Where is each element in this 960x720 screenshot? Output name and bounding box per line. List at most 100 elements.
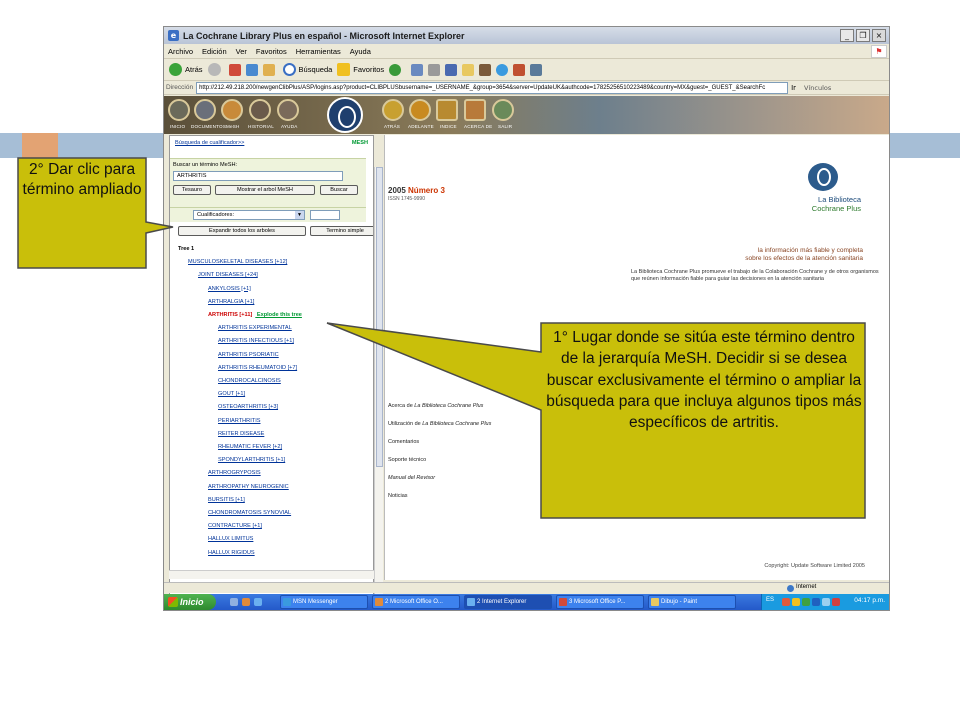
- historial-nav-icon[interactable]: [249, 99, 271, 121]
- favorites-button[interactable]: Favoritos: [337, 63, 384, 76]
- tree-item[interactable]: ANKYLOSIS [+1]: [208, 286, 251, 292]
- taskbar-button[interactable]: MSN Messenger: [280, 595, 368, 609]
- tree-item[interactable]: CONTRACTURE [+1]: [208, 523, 262, 529]
- tree-title: Tree 1: [178, 246, 194, 252]
- home-icon[interactable]: [262, 63, 275, 76]
- indice-nav-icon[interactable]: [436, 99, 458, 121]
- mesh-nav-icon[interactable]: [221, 99, 243, 121]
- tree-item[interactable]: ARTHRITIS [+11] Explode this tree: [208, 312, 302, 318]
- search-mesh-button[interactable]: Buscar: [320, 185, 358, 195]
- edit-icon[interactable]: [445, 63, 458, 76]
- go-button[interactable]: Ir: [791, 84, 796, 92]
- simple-term-button[interactable]: Termino simple: [310, 226, 373, 236]
- research-icon[interactable]: [479, 63, 492, 76]
- media-icon[interactable]: [389, 63, 402, 76]
- restore-button[interactable]: ❐: [856, 29, 870, 42]
- info-link[interactable]: Utilización de La Biblioteca Cochrane Pl…: [388, 421, 491, 427]
- tray-icon-3[interactable]: [802, 598, 810, 606]
- forward-button[interactable]: [207, 63, 224, 76]
- menu-archivo[interactable]: Archivo: [168, 47, 193, 56]
- menu-herramientas[interactable]: Herramientas: [296, 47, 341, 56]
- mesh-panel-hscrollbar[interactable]: [169, 570, 374, 579]
- minimize-button[interactable]: _: [840, 29, 854, 42]
- taskbar-button[interactable]: 2 Microsoft Office O...: [372, 595, 460, 609]
- thesaurus-button[interactable]: Tesauro: [173, 185, 211, 195]
- taskbar-button[interactable]: Dibujo - Paint: [648, 595, 736, 609]
- tree-item-label: ARTHROGRYPOSIS: [208, 470, 261, 477]
- tray-icon-1[interactable]: [782, 598, 790, 606]
- tree-item[interactable]: HALLUX LIMITUS: [208, 536, 253, 542]
- explode-tree-link[interactable]: Explode this tree: [255, 312, 302, 318]
- tree-item[interactable]: ARTHRITIS INFECTIOUS [+1]: [218, 338, 294, 344]
- tree-item[interactable]: ARTHRALGIA [+1]: [208, 299, 254, 305]
- tree-item[interactable]: JOINT DISEASES [+24]: [198, 272, 258, 278]
- discuss-icon[interactable]: [530, 63, 543, 76]
- mesh-panel-scrollbar[interactable]: [374, 167, 383, 600]
- tray-icon-4[interactable]: [812, 598, 820, 606]
- tree-item[interactable]: ARTHRITIS PSORIATIC: [218, 352, 279, 358]
- folder-icon[interactable]: [462, 63, 475, 76]
- menu-edicion[interactable]: Edición: [202, 47, 227, 56]
- show-tree-button[interactable]: Mostrar el arbol MeSH: [215, 185, 315, 195]
- address-input[interactable]: http://212.49.218.200/newgenClibPlus/ASP…: [196, 81, 789, 94]
- tray-icon-6[interactable]: [832, 598, 840, 606]
- print-icon[interactable]: [428, 63, 441, 76]
- adelante-nav-icon[interactable]: [409, 99, 431, 121]
- taskbar-button[interactable]: 2 Internet Explorer: [464, 595, 552, 609]
- close-button[interactable]: ×: [872, 29, 886, 42]
- messenger-icon[interactable]: [496, 63, 509, 76]
- tree-item[interactable]: PERIARTHRITIS: [218, 418, 260, 424]
- quicklaunch-desktop-icon[interactable]: [230, 598, 238, 606]
- tree-item[interactable]: ARTHROPATHY NEUROGENIC: [208, 484, 289, 490]
- scrollbar-thumb[interactable]: [376, 167, 383, 467]
- acerca-nav-icon[interactable]: [464, 99, 486, 121]
- tree-item[interactable]: ARTHROGRYPOSIS: [208, 470, 261, 476]
- tree-item[interactable]: CHONDROCALCINOSIS: [218, 378, 281, 384]
- tree-item[interactable]: ARTHRITIS EXPERIMENTAL: [218, 325, 292, 331]
- tree-item[interactable]: CHONDROMATOSIS SYNOVIAL: [208, 510, 291, 516]
- tree-item[interactable]: REITER DISEASE: [218, 431, 264, 437]
- tree-item[interactable]: ARTHRITIS RHEUMATOID [+7]: [218, 365, 297, 371]
- quicklaunch-firefox-icon[interactable]: [242, 598, 250, 606]
- qualifier-code-input[interactable]: [310, 210, 340, 220]
- inicio-nav-icon[interactable]: [168, 99, 190, 121]
- taskbar-button[interactable]: 3 Microsoft Office P...: [556, 595, 644, 609]
- menu-ver[interactable]: Ver: [236, 47, 247, 56]
- menu-ayuda[interactable]: Ayuda: [350, 47, 371, 56]
- tray-icon-2[interactable]: [792, 598, 800, 606]
- menu-favoritos[interactable]: Favoritos: [256, 47, 287, 56]
- expand-all-trees-button[interactable]: Expandir todos los arboles: [178, 226, 306, 236]
- language-indicator[interactable]: ES: [766, 597, 774, 603]
- tree-item[interactable]: MUSCULOSKELETAL DISEASES [+12]: [188, 259, 287, 265]
- tree-item[interactable]: GOUT [+1]: [218, 391, 245, 397]
- tree-item[interactable]: RHEUMATIC FEVER [+2]: [218, 444, 282, 450]
- tree-item[interactable]: HALLUX RIGIDUS: [208, 550, 255, 556]
- tree-item[interactable]: BURSITIS [+1]: [208, 497, 245, 503]
- mesh-search-input[interactable]: ARTHRITIS: [173, 171, 343, 181]
- refresh-icon[interactable]: [245, 63, 258, 76]
- tree-item[interactable]: SPONDYLARTHRITIS [+1]: [218, 457, 285, 463]
- tray-icon-5[interactable]: [822, 598, 830, 606]
- quicklaunch-ie-icon[interactable]: [254, 598, 262, 606]
- start-button[interactable]: Inicio: [164, 594, 216, 610]
- info-link[interactable]: Noticias: [388, 493, 408, 499]
- info-link[interactable]: Comentarios: [388, 439, 419, 445]
- mail-icon[interactable]: [411, 63, 424, 76]
- info-link[interactable]: Manual del Revisor: [388, 475, 435, 481]
- links-label[interactable]: Vínculos: [804, 84, 831, 92]
- documentos-nav-icon[interactable]: [194, 99, 216, 121]
- atras-nav-icon[interactable]: [382, 99, 404, 121]
- salir-nav-icon[interactable]: [492, 99, 514, 121]
- stop-icon[interactable]: [228, 63, 241, 76]
- ayuda-nav-icon[interactable]: [277, 99, 299, 121]
- taskbar-button-label: 2 Microsoft Office O...: [385, 599, 443, 605]
- info-link[interactable]: Acerca de La Biblioteca Cochrane Plus: [388, 403, 483, 409]
- qualifier-search-link[interactable]: Búsqueda de cualificador>>: [175, 140, 244, 146]
- qualifiers-select[interactable]: Cualificadores: ▼: [193, 210, 305, 220]
- tree-item[interactable]: OSTEOARTHRITIS [+3]: [218, 404, 278, 410]
- slide-accent-bar-right: [890, 133, 960, 158]
- tools-icon[interactable]: [513, 63, 526, 76]
- search-button[interactable]: Búsqueda: [282, 63, 332, 76]
- back-button[interactable]: Atrás: [169, 63, 203, 76]
- info-link[interactable]: Soporte técnico: [388, 457, 426, 463]
